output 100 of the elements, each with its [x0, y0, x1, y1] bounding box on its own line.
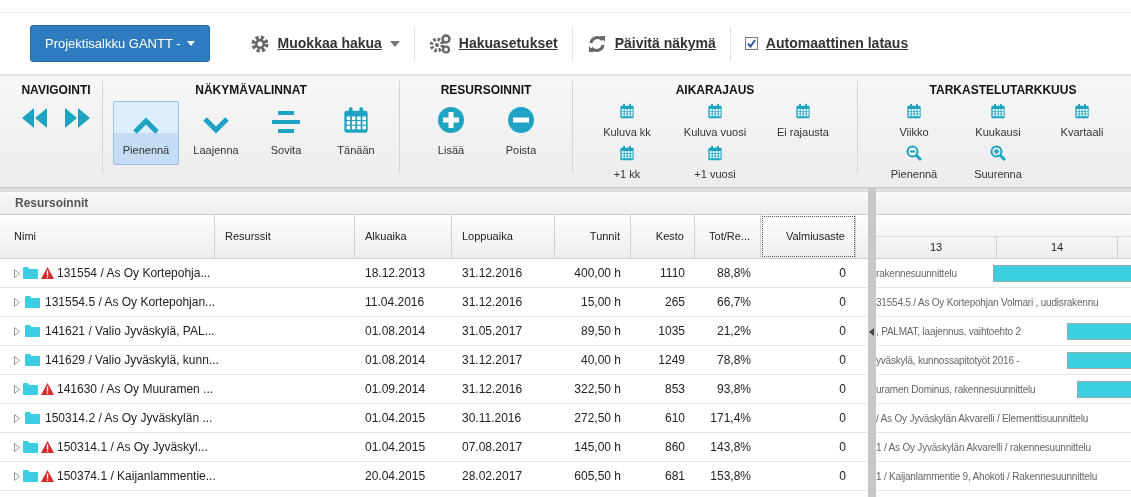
table-cell-text: 0 [839, 468, 846, 485]
group-title: RESURSOINNIT [440, 82, 532, 99]
table-cell-text: 01.04.2015 [365, 439, 426, 456]
ribbon-button[interactable]: Kuluva vuosi [671, 101, 759, 143]
chevron-up-icon [132, 115, 160, 134]
ribbon-button[interactable]: Lisää [418, 101, 484, 165]
ribbon-button[interactable]: Viikko [872, 101, 956, 143]
ribbon-button[interactable]: Pienennä [872, 142, 956, 184]
table-cell-text: 11.04.2016 [365, 294, 425, 311]
column-header[interactable]: Tunnit [555, 215, 631, 258]
chevron-down-icon [202, 115, 230, 134]
table-cell-text: 153,8% [710, 468, 751, 485]
ribbon-button[interactable]: Suurenna [956, 142, 1040, 184]
table-cell-text: 171,4% [710, 410, 751, 427]
week-header: 14 [997, 237, 1118, 258]
gear-icon [249, 33, 270, 54]
project-name: 141630 / As Oy Muuramen ... [57, 381, 214, 398]
table-cell-text: 1035 [658, 323, 685, 340]
zoom-out-icon [906, 144, 922, 161]
column-header[interactable]: Valmiusaste [761, 215, 856, 258]
group-title: NÄKYMÄVALINNAT [195, 82, 307, 99]
group-title: NAVIGOINTI [21, 82, 91, 99]
table-cell-text: 07.08.2017 [462, 439, 523, 456]
toolbar-link[interactable]: Muokkaa hakua [277, 33, 382, 54]
toolbar-link[interactable]: Automaattinen lataus [765, 33, 909, 54]
toolbar-link[interactable]: Päivitä näkymä [614, 33, 716, 54]
checkbox[interactable] [744, 37, 758, 50]
nav-button[interactable] [64, 105, 92, 130]
column-header[interactable]: Nimi [0, 215, 215, 258]
calendar-icon [906, 103, 922, 119]
ribbon-button[interactable]: Ei rajausta [759, 101, 847, 143]
expand-triangle-icon [14, 442, 20, 452]
task-label: yväskylä, kunnossapitotyöt 2016 - [876, 353, 1020, 368]
caret-icon [389, 40, 400, 47]
caret-icon [186, 41, 195, 46]
fast-forward-icon [64, 105, 92, 130]
ribbon-button[interactable]: Sovita [253, 101, 319, 165]
calendar-icon [619, 103, 635, 119]
table-cell-text: 31.12.2016 [462, 294, 523, 311]
splitter-handle[interactable] [868, 188, 876, 497]
expand-triangle-icon [14, 471, 20, 481]
column-header[interactable]: Tot/Re... [695, 215, 761, 258]
ribbon-button[interactable]: Laajenna [183, 101, 249, 165]
table-cell-text: 15,00 h [580, 294, 621, 311]
ribbon-button[interactable]: +1 kk [583, 142, 671, 184]
table-cell-text: 143,8% [710, 439, 751, 456]
table-cell-text: 853 [664, 381, 685, 398]
portfolio-dropdown-button[interactable]: Projektisalkku GANTT - [30, 24, 210, 63]
column-header[interactable]: Loppuaika [452, 215, 555, 258]
ribbon-button[interactable]: Poista [488, 101, 554, 165]
table-cell-text: 89,50 h [580, 323, 621, 340]
table-cell-text: 145,00 h [574, 439, 621, 456]
task-label: / As Oy Jyväskylän Akvarelli / Elementtisuunnittelu [876, 411, 1089, 426]
group-title: AIKARAJAUS [675, 82, 755, 99]
toolbar-link[interactable]: Hakuasetukset [458, 33, 558, 54]
table-cell-text: 605,50 h [574, 468, 621, 485]
calendar-icon [1074, 103, 1090, 119]
ribbon-button[interactable]: Kvartaali [1040, 101, 1124, 143]
table-cell-text: 18.12.2013 [365, 265, 426, 282]
column-header[interactable]: Kesto [631, 215, 695, 258]
warning-icon [41, 470, 54, 482]
table-cell-text: 0 [839, 294, 846, 311]
table-cell-text: 0 [839, 439, 846, 456]
calendar-icon [795, 103, 811, 119]
minus-circle-icon [507, 105, 535, 134]
ribbon-button[interactable]: Kuluva kk [583, 101, 671, 143]
refresh-icon [586, 33, 607, 54]
table-cell-text: 31.12.2016 [462, 265, 523, 282]
project-name: 150314.2 / As Oy Jyväskylän ... [45, 410, 213, 427]
folder-icon [25, 325, 40, 337]
ribbon-button[interactable]: Pienennä [113, 101, 179, 165]
table-cell-text: 88,8% [716, 265, 751, 282]
align-center-icon [271, 109, 301, 134]
table-cell-text: 400,00 h [574, 265, 621, 282]
expand-triangle-icon [14, 384, 20, 394]
table-cell-text: 01.04.2015 [365, 410, 426, 427]
calendar-icon [619, 144, 635, 161]
folder-icon [23, 441, 38, 453]
warning-icon [41, 267, 54, 279]
project-name: 141629 / Valio Jyväskylä, kunn... [45, 352, 219, 369]
ribbon-button[interactable]: Tänään [323, 101, 389, 165]
collapse-arrow-icon [869, 328, 874, 336]
task-label: 1 / Kaijanlammentie 9, Ahokoti / Rakennesuunnittelu [876, 469, 1098, 484]
column-header[interactable]: Resurssit [215, 215, 355, 258]
warning-icon [41, 383, 54, 395]
gears-icon [428, 33, 451, 54]
table-cell-text: 21,2% [716, 323, 751, 340]
folder-icon [23, 470, 38, 482]
project-name: 141621 / Valio Jyväskylä, PAL... [45, 323, 215, 340]
folder-icon [25, 412, 40, 424]
column-header[interactable]: Alkuaika [355, 215, 452, 258]
expand-triangle-icon [14, 268, 20, 278]
table-cell-text: 20.04.2015 [365, 468, 426, 485]
table-cell-text: 0 [839, 323, 846, 340]
project-name: 150374.1 / Kaijanlammentie... [57, 468, 216, 485]
rewind-icon [20, 105, 48, 130]
nav-button[interactable] [20, 105, 48, 130]
ribbon-button[interactable]: Kuukausi [956, 101, 1040, 143]
ribbon-button[interactable]: +1 vuosi [671, 142, 759, 184]
table-cell-text: 0 [839, 410, 846, 427]
